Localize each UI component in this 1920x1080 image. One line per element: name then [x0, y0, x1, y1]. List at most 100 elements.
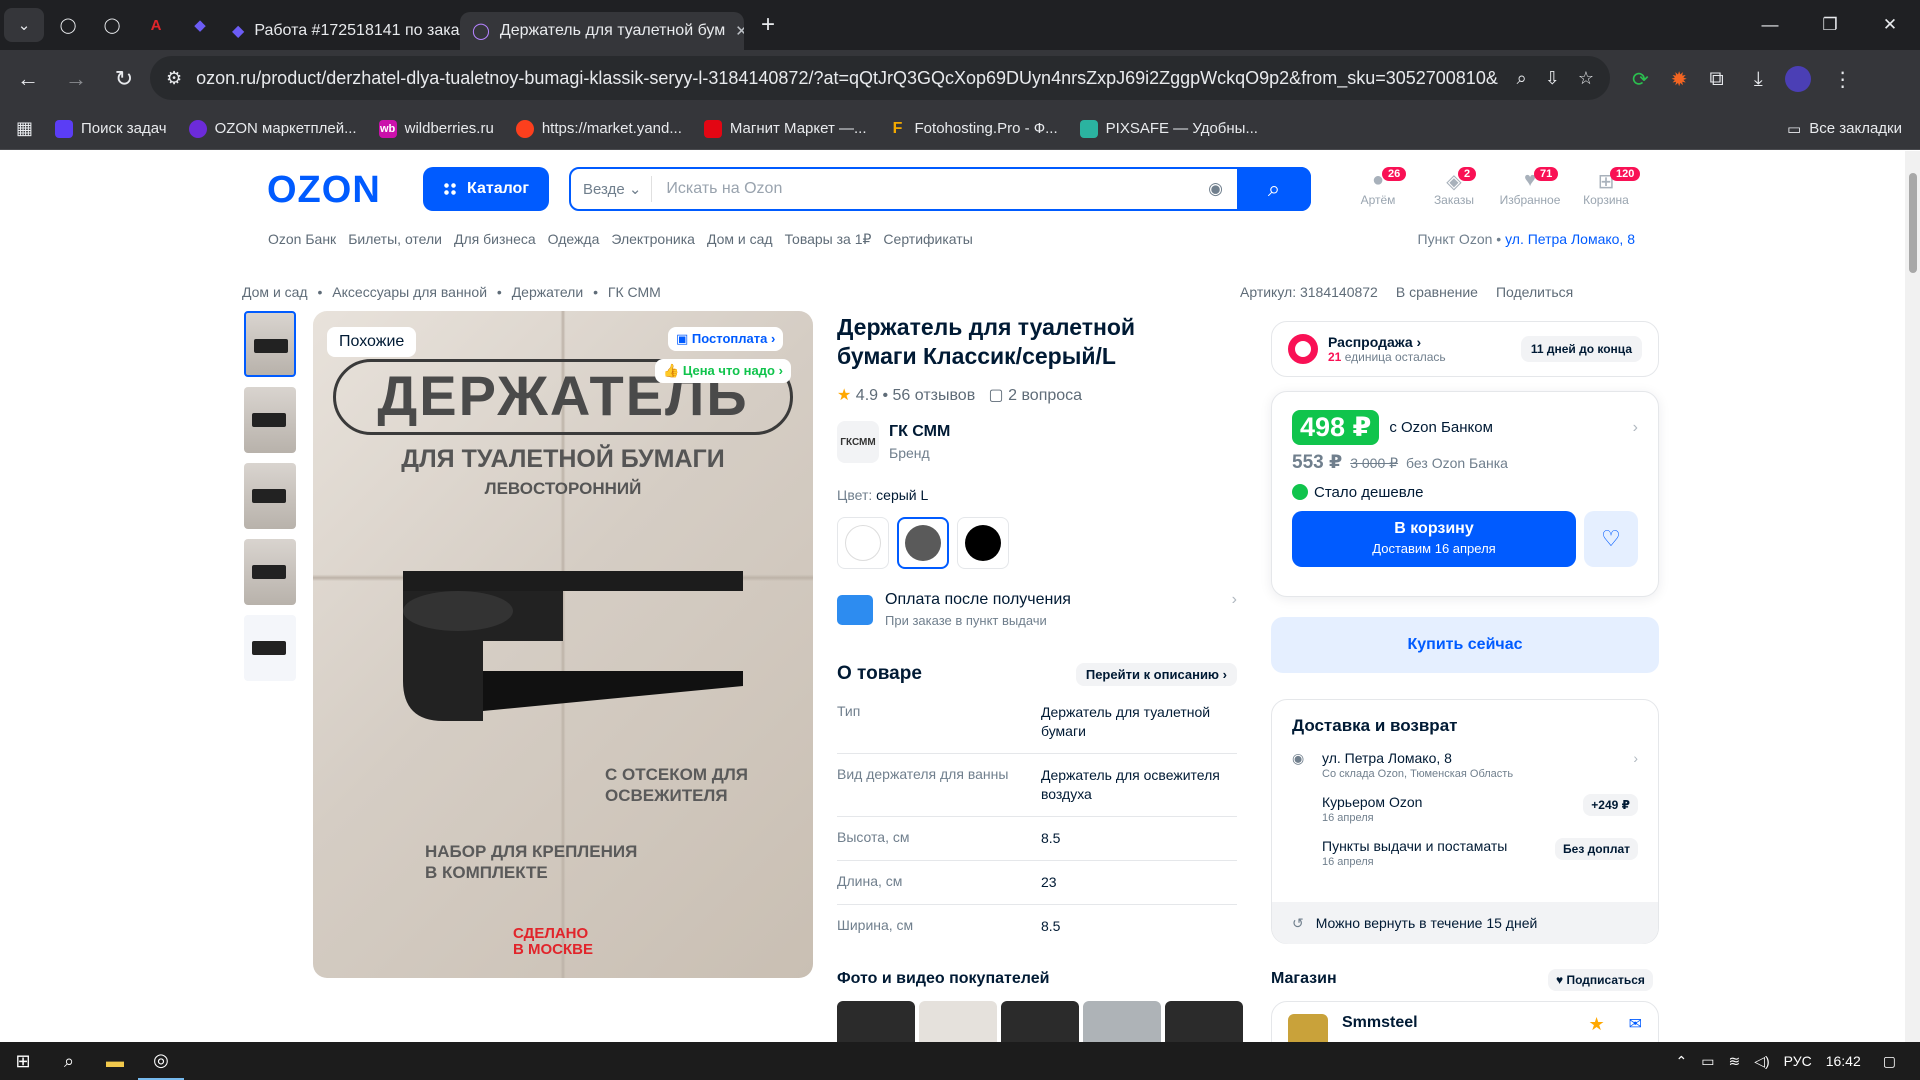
favorites-link[interactable]: ♥ 71 Избранное: [1492, 167, 1568, 207]
buy-now-button[interactable]: Купить сейчас: [1271, 617, 1659, 673]
scrollbar-thumb[interactable]: [1909, 173, 1917, 273]
pinned-tab-icon[interactable]: ◯: [92, 8, 132, 42]
bookmark-item[interactable]: F Fotohosting.Pro - Ф...: [889, 120, 1058, 138]
delivery-address[interactable]: ◉ ул. Петра Ломако, 8 Со склада Ozon, Тюме…: [1292, 750, 1638, 780]
back-icon[interactable]: ←: [8, 59, 48, 99]
customer-photo[interactable]: [1165, 1001, 1243, 1042]
thumbnail[interactable]: [244, 539, 296, 605]
pinned-tab-icon[interactable]: ◆: [180, 8, 220, 42]
new-tab-icon[interactable]: +: [748, 8, 788, 42]
customer-photo[interactable]: [837, 1001, 915, 1042]
compare-link[interactable]: В сравнение: [1396, 284, 1478, 300]
menu-icon[interactable]: ⋮: [1833, 67, 1853, 92]
customer-photo[interactable]: [919, 1001, 997, 1042]
bookmark-star-icon[interactable]: ☆: [1578, 68, 1594, 89]
apps-icon[interactable]: ▦: [16, 118, 33, 139]
search-icon[interactable]: ⌕: [46, 1042, 92, 1080]
all-bookmarks[interactable]: ▭ Все закладки: [1787, 120, 1902, 138]
chevron-right-icon[interactable]: ›: [1633, 419, 1638, 437]
download-icon[interactable]: ⤓: [1754, 68, 1763, 91]
payment-after-receipt[interactable]: Оплата после получения При заказе в пункт…: [837, 591, 1237, 628]
restore-icon[interactable]: ❐: [1800, 0, 1860, 50]
close-tab-icon[interactable]: ✕: [725, 22, 744, 40]
tab-search-icon[interactable]: ⌄: [4, 8, 44, 42]
subscribe-button[interactable]: ♥ Подписаться: [1548, 969, 1653, 991]
scrollbar[interactable]: [1905, 151, 1920, 1042]
url-text[interactable]: ozon.ru/product/derzhatel-dlya-tualetnoy…: [196, 68, 1499, 89]
customer-photo[interactable]: [1083, 1001, 1161, 1042]
pinned-tab-icon[interactable]: A: [136, 8, 176, 42]
catalog-button[interactable]: Каталог: [423, 167, 549, 211]
questions-link[interactable]: 2 вопроса: [1008, 387, 1082, 404]
thumbnail[interactable]: [244, 387, 296, 453]
go-to-description-button[interactable]: Перейти к описанию ›: [1075, 663, 1237, 686]
wifi-icon[interactable]: ≋: [1729, 1053, 1741, 1070]
color-swatch[interactable]: [837, 517, 889, 569]
color-swatch-selected[interactable]: [897, 517, 949, 569]
breadcrumb-item[interactable]: Аксессуары для ванной: [332, 284, 487, 300]
close-window-icon[interactable]: ✕: [1860, 0, 1920, 50]
search-scope-select[interactable]: Везде ⌄: [571, 176, 653, 202]
cart-link[interactable]: ⊞ 120 Корзина: [1568, 167, 1644, 207]
extension-icon[interactable]: ✹: [1671, 67, 1688, 92]
subnav-item[interactable]: Электроника: [611, 231, 695, 248]
price-dropped[interactable]: Стало дешевле: [1292, 484, 1638, 501]
breadcrumb-item[interactable]: Держатели: [512, 284, 583, 300]
address-bar[interactable]: ⚙ ozon.ru/product/derzhatel-dlya-tualetn…: [150, 56, 1610, 100]
profile-link[interactable]: ● 26 Артём: [1340, 167, 1416, 207]
bookmark-item[interactable]: wb wildberries.ru: [378, 119, 494, 138]
shop-card[interactable]: Smmsteel ★ ✉: [1271, 1001, 1659, 1042]
ozon-logo[interactable]: OZON: [267, 169, 381, 212]
subnav-item[interactable]: Для бизнеса: [454, 231, 536, 248]
clock[interactable]: 16:42: [1826, 1053, 1861, 1069]
subnav-item[interactable]: Билеты, отели: [348, 231, 442, 248]
similar-button[interactable]: Похожие: [327, 327, 417, 357]
chevron-up-icon[interactable]: ⌃: [1676, 1053, 1688, 1070]
file-explorer-icon[interactable]: ▬: [92, 1042, 138, 1080]
subnav-item[interactable]: Дом и сад: [707, 231, 773, 248]
bookmark-item[interactable]: Поиск задач: [55, 119, 167, 138]
puzzle-icon[interactable]: ⧉: [1710, 68, 1724, 91]
customer-photo[interactable]: [1001, 1001, 1079, 1042]
rating[interactable]: ★ 4.9 • 56 отзывов ▢ 2 вопроса: [837, 385, 1082, 405]
return-policy[interactable]: ↺ Можно вернуть в течение 15 дней: [1272, 902, 1658, 944]
zoom-icon[interactable]: ⌕: [1517, 68, 1527, 89]
breadcrumb-item[interactable]: Дом и сад: [242, 284, 308, 300]
reload-icon[interactable]: ↻: [104, 59, 144, 99]
subnav-item[interactable]: Ozon Банк: [268, 231, 336, 248]
forward-icon[interactable]: →: [56, 59, 96, 99]
main-product-image[interactable]: ДЕРЖАТЕЛЬ ДЛЯ ТУАЛЕТНОЙ БУМАГИ ЛЕВОСТОРО…: [313, 311, 813, 978]
browser-tab-active[interactable]: ◯ Держатель для туалетной бум ✕: [460, 12, 744, 50]
sku-copy[interactable]: Артикул: 3184140872: [1240, 284, 1378, 300]
profile-avatar[interactable]: [1784, 66, 1811, 92]
thumbnail[interactable]: [244, 311, 296, 377]
favorite-heart-icon[interactable]: ♡: [1584, 511, 1638, 567]
pickup-point[interactable]: Пункт Ozon • ул. Петра Ломако, 8: [1418, 231, 1635, 247]
search-button[interactable]: ⌕: [1237, 167, 1311, 211]
orders-link[interactable]: ◈ 2 Заказы: [1416, 167, 1492, 207]
subnav-item[interactable]: Сертификаты: [883, 231, 972, 248]
chrome-icon[interactable]: ◎: [138, 1042, 184, 1080]
install-icon[interactable]: ⇩: [1545, 68, 1560, 89]
minimize-icon[interactable]: —: [1740, 0, 1800, 50]
volume-icon[interactable]: ◁): [1754, 1053, 1769, 1070]
star-icon[interactable]: ★: [1588, 1014, 1604, 1042]
thumbnail[interactable]: [244, 463, 296, 529]
site-info-icon[interactable]: ⚙: [166, 68, 182, 89]
bookmark-item[interactable]: OZON маркетплей...: [188, 119, 357, 138]
bookmark-item[interactable]: Магнит Маркет —...: [703, 119, 867, 138]
bookmark-item[interactable]: https://market.yand...: [515, 119, 682, 138]
windows-start-icon[interactable]: ⊞: [0, 1042, 46, 1080]
search-input[interactable]: Искать на Ozon: [666, 180, 1208, 198]
brand[interactable]: ГКСММ ГК СММ Бренд: [837, 421, 950, 463]
subnav-item[interactable]: Одежда: [548, 231, 600, 248]
camera-icon[interactable]: ◉: [1208, 179, 1223, 199]
thumbnail[interactable]: [244, 615, 296, 681]
subnav-item[interactable]: Товары за 1₽: [785, 231, 872, 248]
sale-banner[interactable]: Распродажа › 21 единица осталась 11 дней …: [1271, 321, 1659, 377]
breadcrumb-item[interactable]: ГК СММ: [608, 284, 661, 300]
extension-icon[interactable]: ⟳: [1632, 67, 1649, 92]
bookmark-item[interactable]: PIXSAFE — Удобны...: [1079, 119, 1258, 138]
browser-tab[interactable]: ◆ Работа #172518141 по заказу ✕: [220, 12, 460, 50]
color-swatch[interactable]: [957, 517, 1009, 569]
